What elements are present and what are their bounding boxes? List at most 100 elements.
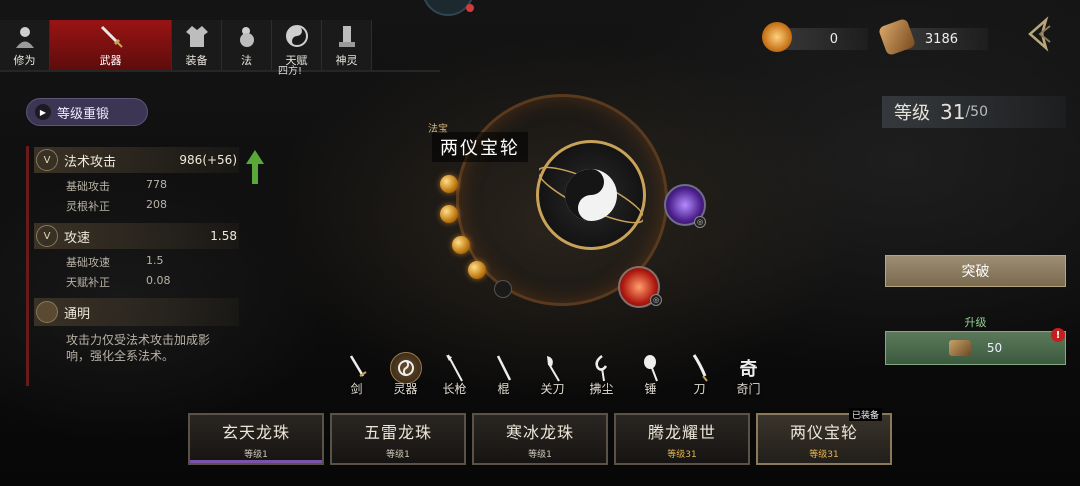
weapon-card-list: 玄天龙珠 等级1 五雷龙珠 等级1 寒冰龙珠 等级1 腾龙耀世 等级31 两仪宝… [188,413,892,465]
trait-description: 攻击力仅受法术攻击加成影响，强化全系法术。 [66,333,211,363]
weapon-type-label: 关刀 [540,382,565,396]
weapon-card[interactable]: 腾龙耀世 等级31 [614,413,750,465]
card-level: 等级1 [528,449,552,460]
back-arrow-icon[interactable] [1020,14,1060,54]
tab-label: 修为 [13,54,36,67]
trait-header[interactable]: 通明 [34,298,239,326]
weapon-type-spear[interactable]: 长枪 [430,352,479,397]
weapon-type-staff[interactable]: 棍 [479,352,528,397]
ore-stone-icon [948,340,971,356]
weapon-type-spirit-artifact[interactable]: 灵器 [381,352,430,397]
talent-correction-value: 0.08 [146,274,171,287]
card-level: 等级31 [667,449,697,460]
card-name: 玄天龙珠 [221,422,290,442]
weapon-type-label: 长枪 [442,382,467,396]
bead-slot-empty[interactable] [494,280,512,298]
stat-value: 1.58 [210,229,237,243]
tab-weapon[interactable]: 武器 [50,20,172,70]
weapon-card[interactable]: 五雷龙珠 等级1 [330,413,466,465]
card-name: 寒冰龙珠 [505,422,574,442]
weapon-level-display: 等级 31 /50 [882,96,1066,128]
weapon-card[interactable]: 寒冰龙珠 等级1 [472,413,608,465]
tab-label: 神灵 [335,54,358,67]
card-level: 等级1 [386,449,410,460]
stat-attack-speed[interactable]: V 攻速 1.58 [34,223,239,249]
stat-panel-rail [26,146,29,386]
sword-icon [98,20,124,52]
card-name: 两仪宝轮 [789,422,858,442]
increase-arrow-icon [246,150,264,184]
robe-icon [184,20,210,52]
level-reforge-button[interactable]: ▶ 等级重锻 [26,98,148,126]
bead-slot[interactable] [468,261,486,279]
stat-value: 986 [179,153,203,167]
breakthrough-button[interactable]: 突破 [885,255,1066,287]
upgrade-cost: 50 [986,341,1003,355]
stat-bonus: (+56) [202,153,237,167]
tab-divider [0,70,440,72]
weapon-type-label: 奇门 [736,382,761,396]
lock-icon: ◎ [650,294,662,306]
card-name: 五雷龙珠 [363,422,432,442]
card-level: 等级1 [244,449,268,460]
selection-bar [190,460,322,463]
weapon-type-blade[interactable]: 刀 [675,352,724,397]
breakthrough-label: 突破 [961,264,990,280]
notification-dot [466,4,474,12]
weapon-type-label: 拂尘 [589,382,614,396]
weapon-type-label: 剑 [350,382,363,396]
weapon-type-label: 锤 [644,382,657,396]
tab-label: 装备 [185,54,208,67]
coin-counter[interactable]: 0 [762,22,868,52]
stat-label: 攻速 [64,230,91,246]
upgrade-button[interactable]: 50 [885,331,1066,365]
play-icon: ▶ [35,104,51,120]
base-speed-value: 1.5 [146,254,164,267]
talent-correction-label: 天赋补正 [66,276,110,289]
bead-slot[interactable] [440,175,458,193]
bead-slot[interactable] [440,205,458,223]
gourd-icon [234,20,260,52]
base-attack-label: 基础攻击 [66,180,110,193]
weapon-type-hammer[interactable]: 锤 [626,352,675,397]
weapon-card[interactable]: 玄天龙珠 等级1 [188,413,324,465]
equipped-tag: 已装备 [849,408,883,421]
chevron-down-icon: V [36,149,58,171]
stat-magic-attack[interactable]: V 法术攻击 986(+56) [34,147,239,173]
card-level: 等级31 [809,449,839,460]
level-label: 等级 [894,103,930,124]
tab-label: 法 [241,54,252,67]
tab-spirit[interactable]: 神灵 [322,20,372,70]
tab-equipment[interactable]: 装备 [172,20,222,70]
lock-icon: ◎ [694,216,706,228]
yinyang-orb [536,140,646,250]
weapon-name: 两仪宝轮 [432,132,528,162]
stat-label: 法术攻击 [64,154,117,170]
weapon-type-label: 灵器 [393,382,418,396]
tab-label: 武器 [99,54,122,67]
weapon-type-sword[interactable]: 剑 [332,352,381,397]
alert-badge: ! [1051,328,1065,342]
upgrade-label: 升级 [964,316,987,329]
tooltip-fragment: 四方! [278,66,303,77]
weapon-type-whisk[interactable]: 拂尘 [577,352,626,397]
weapon-type-guandao[interactable]: 关刀 [528,352,577,397]
weapon-type-qimen[interactable]: 奇奇门 [724,352,773,397]
card-name: 腾龙耀世 [647,422,716,442]
reforge-label: 等级重锻 [57,106,110,122]
chevron-down-icon: V [36,225,58,247]
level-current: 31 [940,100,966,124]
tab-treasure[interactable]: 法 [222,20,272,70]
weapon-type-selector: 剑 灵器 长枪 棍 关刀 拂尘 锤 刀 奇奇门 [332,352,773,397]
top-tab-bar: 修为 武器 装备 法 天赋 神灵 [0,20,372,70]
shrine-icon [334,20,360,52]
tab-cultivation[interactable]: 修为 [0,20,50,70]
root-correction-label: 灵根补正 [66,200,110,213]
base-attack-value: 778 [146,178,167,191]
level-max: /50 [965,104,988,120]
yinyang-icon [537,166,645,224]
stone-counter[interactable]: 3186 [877,17,988,57]
trait-label: 通明 [64,306,91,322]
bead-slot[interactable] [452,236,470,254]
coin-icon [762,22,792,52]
